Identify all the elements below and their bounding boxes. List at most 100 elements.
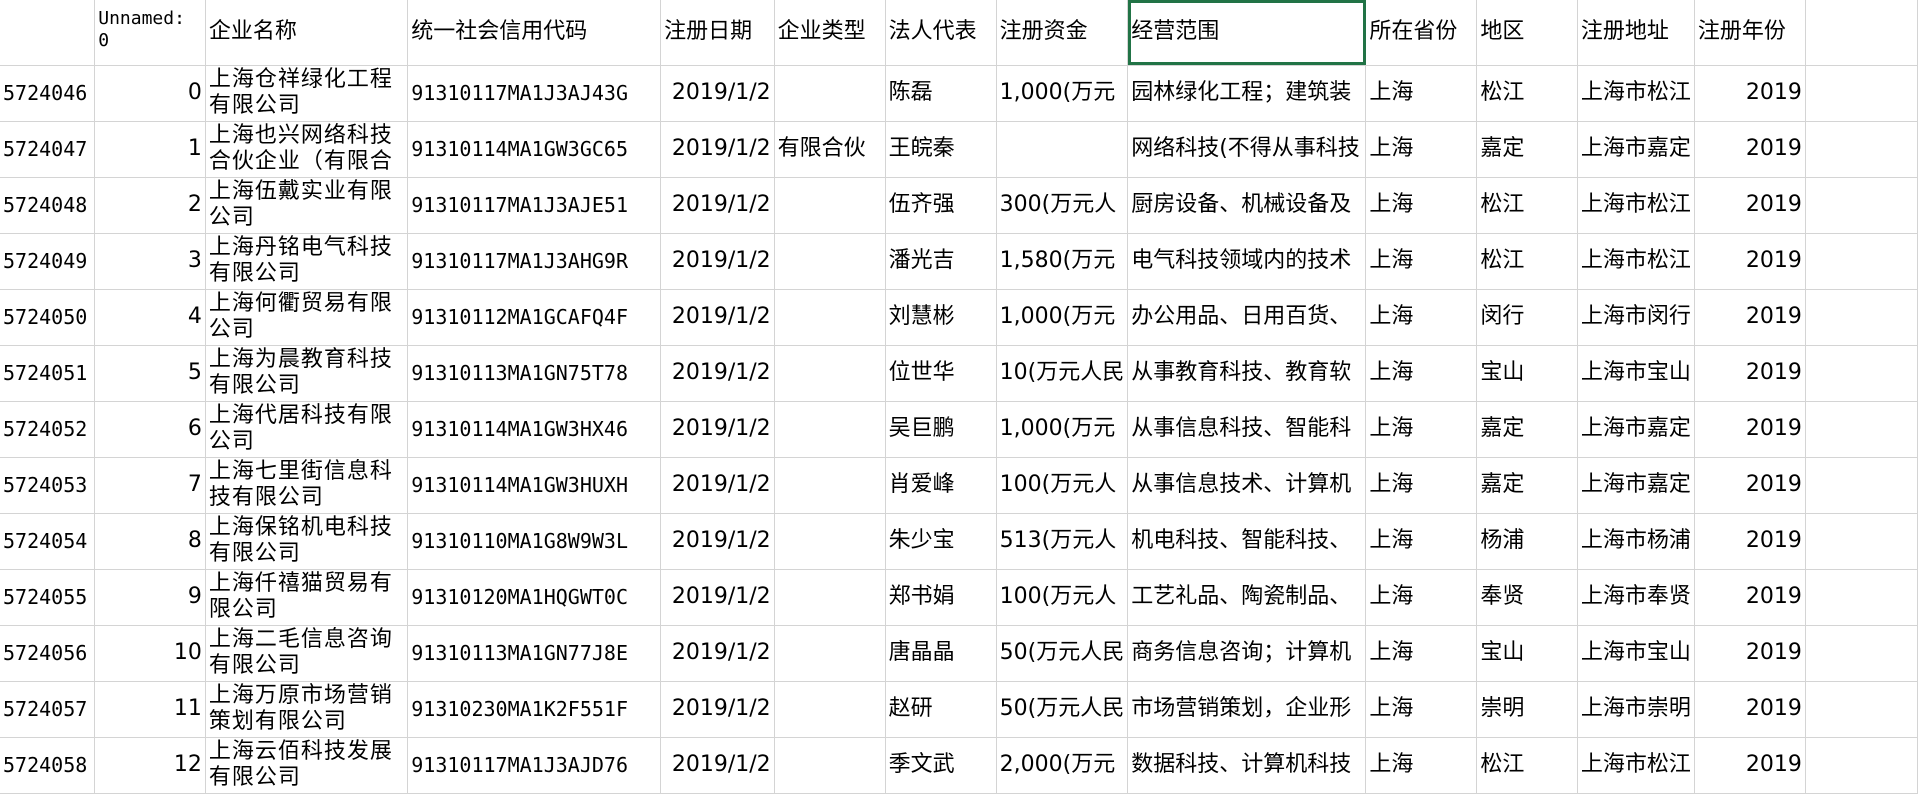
table-cell[interactable]: 上海	[1365, 121, 1478, 178]
table-cell[interactable]: 2019/1/2	[660, 65, 775, 122]
table-cell[interactable]: 办公用品、日用百货、	[1127, 289, 1367, 346]
table-cell[interactable]: 位世华	[885, 345, 997, 402]
table-cell-empty[interactable]	[1805, 681, 1918, 738]
table-cell[interactable]	[774, 65, 886, 122]
table-cell[interactable]: 郑书娟	[885, 569, 997, 626]
table-cell[interactable]: 91310113MA1GN77J8E	[407, 625, 662, 682]
table-cell[interactable]: 上海	[1365, 177, 1478, 234]
table-cell[interactable]: 0	[94, 65, 206, 122]
table-cell[interactable]: 上海市闵行	[1577, 289, 1695, 346]
table-cell[interactable]: 2019/1/2	[660, 233, 775, 290]
table-cell[interactable]: 上海伍戴实业有限公司	[205, 177, 409, 234]
table-cell[interactable]: 上海云佰科技发展有限公司	[205, 737, 409, 794]
table-cell[interactable]: 王皖秦	[885, 121, 997, 178]
table-cell[interactable]: 2019	[1694, 569, 1806, 626]
header-cell[interactable]: 注册资金	[996, 0, 1129, 66]
table-cell[interactable]: 上海丹铭电气科技有限公司	[205, 233, 409, 290]
table-cell[interactable]	[774, 681, 886, 738]
table-cell[interactable]: 2019	[1694, 65, 1806, 122]
header-cell[interactable]: 统一社会信用代码	[407, 0, 662, 66]
table-cell[interactable]: 朱少宝	[885, 513, 997, 570]
header-cell[interactable]: 注册日期	[660, 0, 775, 66]
table-cell[interactable]: 9	[94, 569, 206, 626]
table-cell[interactable]: 上海	[1365, 569, 1478, 626]
table-cell[interactable]: 松江	[1476, 737, 1578, 794]
table-cell[interactable]: 上海市奉贤	[1577, 569, 1695, 626]
table-cell[interactable]: 2019/1/2	[660, 737, 775, 794]
table-cell[interactable]	[774, 457, 886, 514]
table-cell-empty[interactable]	[1805, 625, 1918, 682]
table-cell[interactable]: 2019	[1694, 289, 1806, 346]
table-cell-empty[interactable]	[1805, 513, 1918, 570]
table-cell[interactable]: 上海市嘉定	[1577, 457, 1695, 514]
table-cell[interactable]: 上海二毛信息咨询有限公司	[205, 625, 409, 682]
table-cell[interactable]: 2	[94, 177, 206, 234]
header-cell[interactable]: 地区	[1476, 0, 1578, 66]
table-cell[interactable]: 2019/1/2	[660, 681, 775, 738]
table-cell[interactable]: 松江	[1476, 177, 1578, 234]
table-cell-empty[interactable]	[1805, 345, 1918, 402]
table-cell[interactable]: 10	[94, 625, 206, 682]
table-cell[interactable]: 数据科技、计算机科技	[1127, 737, 1367, 794]
table-cell[interactable]: 商务信息咨询；计算机	[1127, 625, 1367, 682]
table-cell[interactable]: 5724057	[0, 681, 96, 738]
table-cell[interactable]: 100(万元人	[996, 569, 1129, 626]
table-cell[interactable]: 嘉定	[1476, 401, 1578, 458]
table-cell[interactable]: 2019	[1694, 401, 1806, 458]
header-cell[interactable]: 企业名称	[205, 0, 409, 66]
table-cell[interactable]: 2019	[1694, 681, 1806, 738]
table-cell[interactable]: 91310110MA1G8W9W3L	[407, 513, 662, 570]
table-cell[interactable]: 2019	[1694, 121, 1806, 178]
table-cell[interactable]: 赵研	[885, 681, 997, 738]
table-cell[interactable]: 上海市杨浦	[1577, 513, 1695, 570]
table-cell[interactable]: 5724054	[0, 513, 96, 570]
table-cell-empty[interactable]	[1805, 65, 1918, 122]
table-cell[interactable]: 从事教育科技、教育软	[1127, 345, 1367, 402]
table-cell[interactable]: 2019/1/2	[660, 121, 775, 178]
table-cell[interactable]	[774, 177, 886, 234]
table-cell[interactable]: 上海仟禧猫贸易有限公司	[205, 569, 409, 626]
table-cell[interactable]: 上海市嘉定	[1577, 401, 1695, 458]
table-cell[interactable]: 上海代居科技有限公司	[205, 401, 409, 458]
table-cell[interactable]: 5724048	[0, 177, 96, 234]
table-cell[interactable]: 2019	[1694, 177, 1806, 234]
table-cell[interactable]: 4	[94, 289, 206, 346]
table-cell-empty[interactable]	[1805, 737, 1918, 794]
table-cell[interactable]: 5724050	[0, 289, 96, 346]
table-cell[interactable]: 肖爱峰	[885, 457, 997, 514]
table-cell[interactable]: 2019/1/2	[660, 289, 775, 346]
table-cell[interactable]: 91310117MA1J3AJE51	[407, 177, 662, 234]
spreadsheet-grid[interactable]: Unnamed: 0 企业名称 统一社会信用代码 注册日期 企业类型 法人代表 注册资金 经营…	[0, 0, 1918, 808]
table-cell[interactable]: 12	[94, 737, 206, 794]
table-cell[interactable]: 513(万元人	[996, 513, 1129, 570]
table-cell[interactable]: 上海	[1365, 737, 1478, 794]
table-cell-empty[interactable]	[1805, 401, 1918, 458]
table-cell[interactable]: 电气科技领域内的技术	[1127, 233, 1367, 290]
table-cell[interactable]: 上海	[1365, 65, 1478, 122]
table-cell[interactable]	[774, 401, 886, 458]
table-cell[interactable]: 工艺礼品、陶瓷制品、	[1127, 569, 1367, 626]
table-cell[interactable]: 陈磊	[885, 65, 997, 122]
table-cell[interactable]: 2019	[1694, 345, 1806, 402]
table-cell[interactable]: 嘉定	[1476, 457, 1578, 514]
table-cell[interactable]: 2019	[1694, 233, 1806, 290]
table-cell[interactable]: 从事信息科技、智能科	[1127, 401, 1367, 458]
table-cell[interactable]: 刘慧彬	[885, 289, 997, 346]
table-cell[interactable]: 上海万原市场营销策划有限公司	[205, 681, 409, 738]
header-cell[interactable]: 注册地址	[1577, 0, 1695, 66]
header-cell[interactable]: 所在省份	[1365, 0, 1478, 66]
table-cell[interactable]: 11	[94, 681, 206, 738]
table-cell[interactable]	[774, 569, 886, 626]
table-cell[interactable]: 50(万元人民	[996, 681, 1129, 738]
table-cell[interactable]: 闵行	[1476, 289, 1578, 346]
table-cell[interactable]: 1,000(万元	[996, 65, 1129, 122]
table-cell[interactable]	[774, 625, 886, 682]
table-cell[interactable]: 上海市嘉定	[1577, 121, 1695, 178]
table-cell[interactable]: 奉贤	[1476, 569, 1578, 626]
table-cell-empty[interactable]	[1805, 457, 1918, 514]
table-cell[interactable]	[996, 121, 1129, 178]
table-cell[interactable]: 崇明	[1476, 681, 1578, 738]
table-cell[interactable]: 2019	[1694, 625, 1806, 682]
table-cell[interactable]: 5724053	[0, 457, 96, 514]
table-cell[interactable]: 91310120MA1HQGWT0C	[407, 569, 662, 626]
